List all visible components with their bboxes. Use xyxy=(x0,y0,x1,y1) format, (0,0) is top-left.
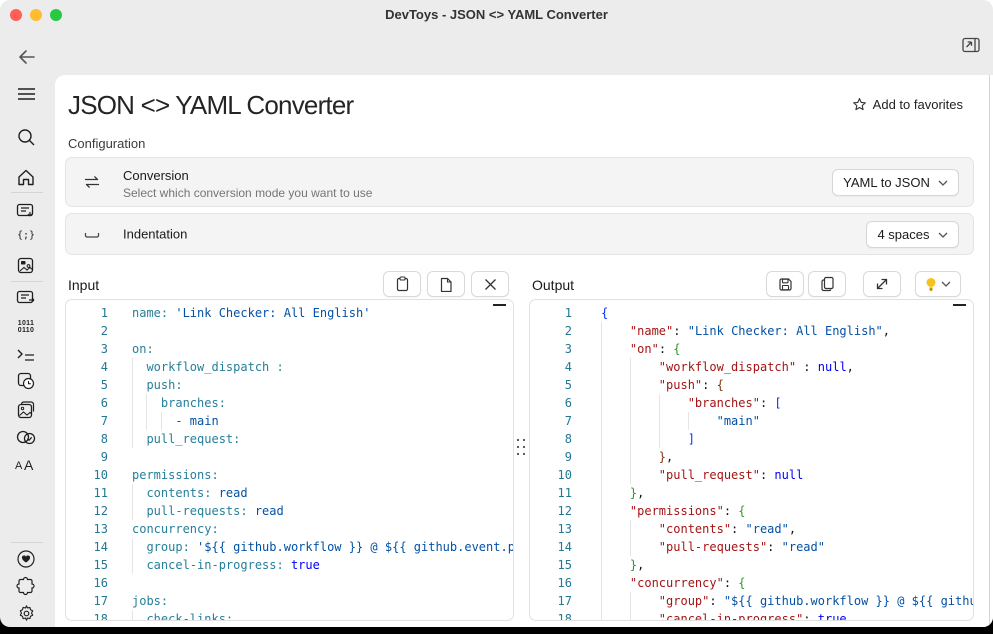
search-icon[interactable] xyxy=(13,124,39,150)
converter-tools-icon[interactable] xyxy=(13,284,39,310)
conversion-setting-card: Conversion Select which conversion mode … xyxy=(65,157,974,207)
copy-button[interactable] xyxy=(808,271,846,297)
cli-tools-icon[interactable] xyxy=(13,342,39,368)
indentation-space-icon xyxy=(82,224,102,244)
conversion-mode-dropdown[interactable]: YAML to JSON xyxy=(832,169,959,196)
output-scrollbar[interactable] xyxy=(953,304,966,306)
code-line: 11 }, xyxy=(530,484,973,502)
code-line: 3 "on": { xyxy=(530,340,973,358)
code-line: 2 "name": "Link Checker: All English", xyxy=(530,322,973,340)
extensions-puzzle-icon[interactable] xyxy=(13,573,39,599)
indentation-value: 4 spaces xyxy=(877,227,929,242)
output-label: Output xyxy=(532,277,574,293)
home-icon[interactable] xyxy=(13,164,39,190)
indentation-dropdown[interactable]: 4 spaces xyxy=(866,221,959,248)
smart-detection-button[interactable] xyxy=(915,271,961,297)
save-button[interactable] xyxy=(766,271,804,297)
conversion-swap-icon xyxy=(82,172,102,192)
conversion-subtitle: Select which conversion mode you want to… xyxy=(123,186,372,200)
code-line: 14 "pull-requests": "read" xyxy=(530,538,973,556)
settings-gear-icon[interactable] xyxy=(13,600,39,626)
open-file-button[interactable] xyxy=(427,271,465,297)
conversion-mode-value: YAML to JSON xyxy=(843,175,930,190)
code-line: 7 - main xyxy=(66,412,513,430)
code-line: 6 "branches": [ xyxy=(530,394,973,412)
indentation-title: Indentation xyxy=(123,227,187,242)
input-editor[interactable]: 1name: 'Link Checker: All English'23on:4… xyxy=(65,299,514,621)
configuration-label: Configuration xyxy=(68,136,145,151)
code-line: 9 }, xyxy=(530,448,973,466)
menu-icon[interactable] xyxy=(13,81,39,107)
sidebar-separator xyxy=(11,281,43,282)
sidebar: {;} 10110110 AA xyxy=(0,30,55,627)
typography-tools-icon[interactable]: AA xyxy=(13,450,39,476)
code-line: 11 contents: read xyxy=(66,484,513,502)
star-icon xyxy=(852,97,867,112)
code-line: 17 "group": "${{ github.workflow }} @ ${… xyxy=(530,592,973,610)
code-line: 17jobs: xyxy=(66,592,513,610)
code-line: 1{ xyxy=(530,304,973,322)
code-line: 9 xyxy=(66,448,513,466)
clear-button[interactable] xyxy=(471,271,509,297)
window-title: DevToys - JSON <> YAML Converter xyxy=(0,0,993,30)
binary-tools-icon[interactable]: 10110110 xyxy=(13,314,39,340)
code-line: 18 check-links: xyxy=(66,610,513,621)
code-line: 2 xyxy=(66,322,513,340)
expand-button[interactable] xyxy=(863,271,901,297)
indentation-setting-card: Indentation 4 spaces xyxy=(65,213,974,255)
code-line: 8 pull_request: xyxy=(66,430,513,448)
code-line: 6 branches: xyxy=(66,394,513,412)
json-formatter-icon[interactable]: {;} xyxy=(13,222,39,248)
encoder-icon[interactable] xyxy=(13,252,39,278)
code-line: 16 xyxy=(66,574,513,592)
page-title: JSON <> YAML Converter xyxy=(68,90,353,121)
app-window: DevToys - JSON <> YAML Converter {;} 101… xyxy=(0,0,993,627)
code-line: 3on: xyxy=(66,340,513,358)
code-line: 4 workflow_dispatch : xyxy=(66,358,513,376)
code-line: 4 "workflow_dispatch" : null, xyxy=(530,358,973,376)
code-line: 8 ] xyxy=(530,430,973,448)
conversion-title: Conversion xyxy=(123,168,189,183)
input-label: Input xyxy=(68,277,99,293)
checker-tools-icon[interactable] xyxy=(13,424,39,450)
text-converter-icon[interactable] xyxy=(13,197,39,223)
popout-window-icon[interactable] xyxy=(961,36,981,54)
code-line: 12 pull-requests: read xyxy=(66,502,513,520)
panel-resize-grip[interactable] xyxy=(517,439,526,457)
image-tools-icon[interactable] xyxy=(13,397,39,423)
code-line: 16 "concurrency": { xyxy=(530,574,973,592)
add-to-favorites-label: Add to favorites xyxy=(873,97,963,112)
code-line: 1name: 'Link Checker: All English' xyxy=(66,304,513,322)
input-scrollbar[interactable] xyxy=(493,304,506,306)
svg-text:A: A xyxy=(15,460,23,472)
content-right-border xyxy=(989,75,990,627)
code-line: 12 "permissions": { xyxy=(530,502,973,520)
code-line: 7 "main" xyxy=(530,412,973,430)
add-to-favorites-button[interactable]: Add to favorites xyxy=(852,97,963,112)
favorites-heart-icon[interactable] xyxy=(13,546,39,572)
svg-text:A: A xyxy=(24,457,34,472)
output-editor[interactable]: 1{2 "name": "Link Checker: All English",… xyxy=(529,299,974,621)
code-line: 13 "contents": "read", xyxy=(530,520,973,538)
code-line: 13concurrency: xyxy=(66,520,513,538)
datetime-tools-icon[interactable] xyxy=(13,368,39,394)
code-line: 5 "push": { xyxy=(530,376,973,394)
code-line: 15 cancel-in-progress: true xyxy=(66,556,513,574)
code-line: 10permissions: xyxy=(66,466,513,484)
code-line: 5 push: xyxy=(66,376,513,394)
titlebar: DevToys - JSON <> YAML Converter xyxy=(0,0,993,30)
code-line: 18 "cancel-in-progress": true xyxy=(530,610,973,621)
code-line: 14 group: '${{ github.workflow }} @ ${{ … xyxy=(66,538,513,556)
sidebar-separator xyxy=(11,192,43,193)
sidebar-separator xyxy=(11,542,43,543)
code-line: 10 "pull_request": null xyxy=(530,466,973,484)
paste-button[interactable] xyxy=(383,271,421,297)
code-line: 15 }, xyxy=(530,556,973,574)
